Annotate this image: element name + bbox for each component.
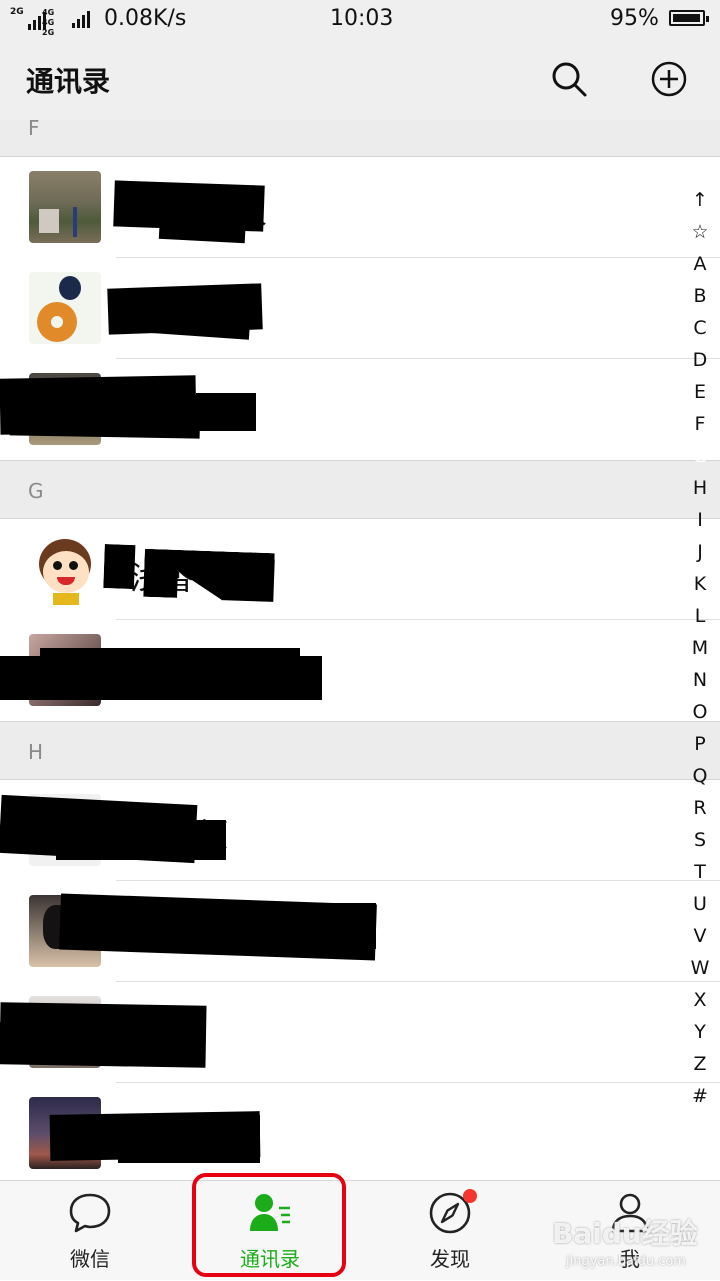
index-letter-g[interactable]: G (686, 440, 714, 472)
contact-row[interactable]: 浅香 (0, 519, 720, 620)
section-letter: H (28, 740, 44, 764)
index-letter-star[interactable]: ☆ (686, 216, 714, 248)
index-letter-e[interactable]: E (686, 376, 714, 408)
index-letter-u[interactable]: U (686, 888, 714, 920)
index-letter-t[interactable]: T (686, 856, 714, 888)
network-label-top: 4G 4G (42, 8, 55, 27)
index-letter-n[interactable]: N (686, 664, 714, 696)
plus-circle-icon[interactable] (650, 60, 688, 98)
network-type: 4G 4G 2G (42, 8, 68, 38)
redaction (40, 648, 300, 672)
index-letter-i[interactable]: I (686, 504, 714, 536)
watermark: Baidu经验 (552, 1217, 698, 1250)
section-header-h: H (0, 721, 720, 780)
tab-chats[interactable]: 微信 (20, 1181, 160, 1281)
annotation-highlight-box (192, 1173, 346, 1277)
index-letter-m[interactable]: M (686, 632, 714, 664)
watermark-sub: jingyan.baidu.com (566, 1254, 686, 1269)
redaction (0, 1022, 170, 1062)
tab-label: 发现 (430, 1247, 470, 1271)
signal-strength-2-icon (72, 10, 90, 28)
index-letter-l[interactable]: L (686, 600, 714, 632)
redaction (221, 558, 275, 602)
index-letter-b[interactable]: B (686, 280, 714, 312)
signal-label: 2G (10, 7, 24, 17)
contact-row[interactable]: 顿 (0, 780, 720, 881)
index-letter-s[interactable]: S (686, 824, 714, 856)
index-letter-q[interactable]: Q (686, 760, 714, 792)
redaction (139, 302, 251, 340)
contact-row[interactable]: 人 (0, 157, 720, 258)
section-header-f: F (0, 116, 720, 157)
contact-row[interactable] (0, 982, 720, 1083)
index-letter-f[interactable]: F (686, 408, 714, 440)
network-label-bottom: 2G (42, 28, 55, 37)
index-letter-x[interactable]: X (686, 984, 714, 1016)
section-header-g: G (0, 460, 720, 519)
index-letter-hash[interactable]: # (686, 1080, 714, 1112)
avatar (29, 171, 101, 243)
header: 通讯录 (0, 38, 720, 120)
tab-label: 微信 (70, 1247, 110, 1271)
redaction (130, 903, 376, 949)
signal-strength-icon: 2G (10, 8, 46, 30)
index-letter-p[interactable]: P (686, 728, 714, 760)
index-letter-o[interactable]: O (686, 696, 714, 728)
index-letter-h[interactable]: H (686, 472, 714, 504)
notification-badge (463, 1189, 477, 1203)
index-letter-k[interactable]: K (686, 568, 714, 600)
avatar (29, 533, 101, 605)
index-letter-r[interactable]: R (686, 792, 714, 824)
redaction (9, 391, 201, 439)
index-letter-d[interactable]: D (686, 344, 714, 376)
index-letter-c[interactable]: C (686, 312, 714, 344)
section-letter: G (28, 479, 44, 503)
section-letter: F (28, 116, 40, 140)
avatar (29, 272, 101, 344)
redaction (196, 393, 256, 431)
contact-row[interactable] (0, 620, 720, 721)
battery-percent: 95% (610, 6, 659, 31)
index-letter-y[interactable]: Y (686, 1016, 714, 1048)
contact-row[interactable] (0, 1083, 720, 1180)
index-letter-j[interactable]: J (686, 536, 714, 568)
index-letter-w[interactable]: W (686, 952, 714, 984)
clock: 10:03 (330, 6, 394, 31)
redaction (56, 820, 226, 860)
network-speed: 0.08K/s (104, 6, 187, 31)
index-letter-v[interactable]: V (686, 920, 714, 952)
index-letter-a[interactable]: A (686, 248, 714, 280)
index-letter-z[interactable]: Z (686, 1048, 714, 1080)
chat-bubble-icon (69, 1193, 111, 1233)
redaction (118, 1115, 260, 1163)
redaction (158, 190, 248, 244)
page-title: 通讯录 (26, 65, 111, 98)
search-icon[interactable] (550, 60, 588, 98)
status-bar: 2G 4G 4G 2G 0.08K/s 10:03 95% (0, 0, 720, 38)
contact-row[interactable] (0, 258, 720, 359)
tab-discover[interactable]: 发现 (380, 1181, 520, 1281)
battery-icon (669, 10, 709, 26)
contact-row[interactable]: 13 (0, 359, 720, 460)
index-letter-search[interactable]: ↑ (686, 184, 714, 216)
contact-row[interactable] (0, 881, 720, 982)
